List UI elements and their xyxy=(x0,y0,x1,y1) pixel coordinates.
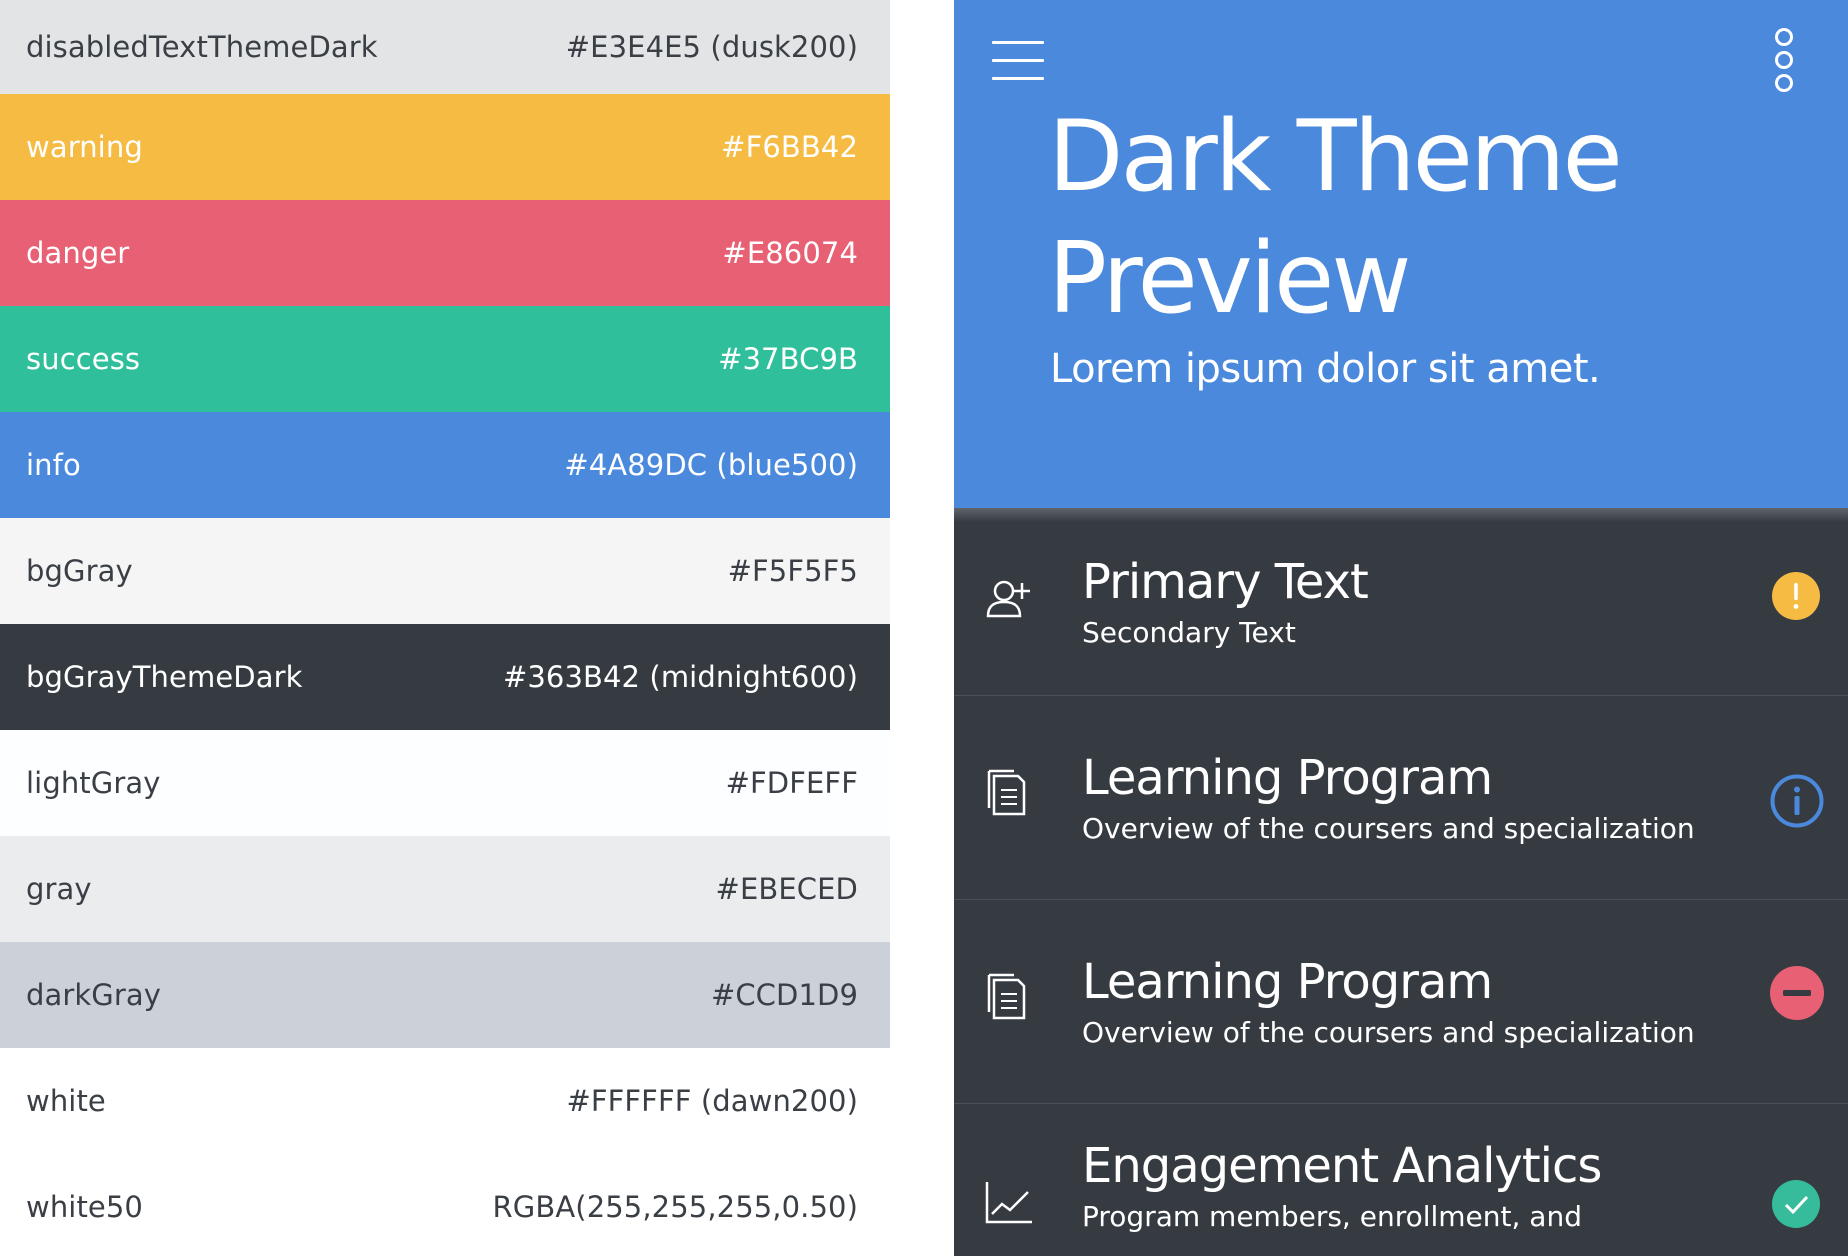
page-title: Dark Theme Preview xyxy=(1048,100,1623,336)
swatch-row-darkGray: darkGray #CCD1D9 xyxy=(0,942,890,1048)
swatch-value: #FFFFFF (dawn200) xyxy=(566,1084,858,1118)
swatch-row-bgGray: bgGray #F5F5F5 xyxy=(0,518,890,624)
swatch-name: white50 xyxy=(26,1190,143,1224)
list-item-title: Learning Program xyxy=(1082,954,1493,1010)
swatch-value: RGBA(255,255,255,0.50) xyxy=(492,1190,858,1224)
swatch-value: #E86074 xyxy=(722,236,858,270)
list-item-title: Primary Text xyxy=(1082,554,1369,610)
swatch-value: #FDFEFF xyxy=(725,766,858,800)
list-item-title: Learning Program xyxy=(1082,750,1493,806)
list-item-title: Engagement Analytics xyxy=(1082,1138,1602,1194)
swatch-value: #EBECED xyxy=(715,872,858,906)
info-icon xyxy=(1770,774,1824,828)
list-item[interactable]: Learning Program Overview of the courser… xyxy=(954,696,1848,900)
dark-theme-preview: Dark Theme Preview Lorem ipsum dolor sit… xyxy=(954,0,1848,1256)
success-icon xyxy=(1772,1180,1820,1228)
more-vertical-icon[interactable] xyxy=(1772,28,1796,96)
preview-header: Dark Theme Preview Lorem ipsum dolor sit… xyxy=(954,0,1848,508)
swatch-value: #F6BB42 xyxy=(721,130,858,164)
danger-icon xyxy=(1770,966,1824,1020)
document-icon xyxy=(987,973,1026,1020)
swatch-row-gray: gray #EBECED xyxy=(0,836,890,942)
line-chart-icon xyxy=(985,1182,1032,1224)
swatch-name: info xyxy=(26,448,81,482)
document-icon xyxy=(987,769,1026,816)
swatch-value: #F5F5F5 xyxy=(727,554,858,588)
swatch-row-success: success #37BC9B xyxy=(0,306,890,412)
swatch-row-bgGrayThemeDark: bgGrayThemeDark #363B42 (midnight600) xyxy=(0,624,890,730)
swatch-name: bgGray xyxy=(26,554,133,588)
hamburger-menu-icon[interactable] xyxy=(992,38,1044,84)
swatch-row-warning: warning #F6BB42 xyxy=(0,94,890,200)
page-subtitle: Lorem ipsum dolor sit amet. xyxy=(1050,346,1601,392)
swatch-name: darkGray xyxy=(26,978,162,1012)
swatch-row-info: info #4A89DC (blue500) xyxy=(0,412,890,518)
add-user-icon xyxy=(986,580,1030,618)
swatch-name: white xyxy=(26,1084,106,1118)
swatch-name: danger xyxy=(26,236,130,270)
list-item-subtitle: Program members, enrollment, and xyxy=(1082,1200,1582,1233)
swatch-row-disabledTextThemeDark: disabledTextThemeDark #E3E4E5 (dusk200) xyxy=(0,0,890,94)
swatch-name: lightGray xyxy=(26,766,161,800)
swatch-value: #E3E4E5 (dusk200) xyxy=(565,30,858,64)
swatch-row-danger: danger #E86074 xyxy=(0,200,890,306)
swatch-value: #37BC9B xyxy=(718,342,858,376)
list-item-subtitle: Secondary Text xyxy=(1082,616,1296,649)
list-item[interactable]: Learning Program Overview of the courser… xyxy=(954,900,1848,1104)
swatch-value: #CCD1D9 xyxy=(710,978,858,1012)
color-swatch-list: disabledTextThemeDark #E3E4E5 (dusk200) … xyxy=(0,0,890,1256)
swatch-row-white50: white50 RGBA(255,255,255,0.50) xyxy=(0,1154,890,1256)
swatch-value: #4A89DC (blue500) xyxy=(564,448,858,482)
swatch-row-white: white #FFFFFF (dawn200) xyxy=(0,1048,890,1154)
swatch-name: gray xyxy=(26,872,92,906)
list-item-subtitle: Overview of the coursers and specializat… xyxy=(1082,1016,1695,1049)
header-shadow xyxy=(954,508,1848,522)
swatch-name: success xyxy=(26,342,141,376)
swatch-name: bgGrayThemeDark xyxy=(26,660,303,694)
swatch-value: #363B42 (midnight600) xyxy=(502,660,858,694)
warning-icon xyxy=(1772,572,1820,620)
list-item-subtitle: Overview of the coursers and specializat… xyxy=(1082,812,1695,845)
list-item[interactable]: Primary Text Secondary Text xyxy=(954,522,1848,696)
swatch-row-lightGray: lightGray #FDFEFF xyxy=(0,730,890,836)
list-item[interactable]: Engagement Analytics Program members, en… xyxy=(954,1104,1848,1256)
swatch-name: disabledTextThemeDark xyxy=(26,30,378,64)
swatch-name: warning xyxy=(26,130,143,164)
